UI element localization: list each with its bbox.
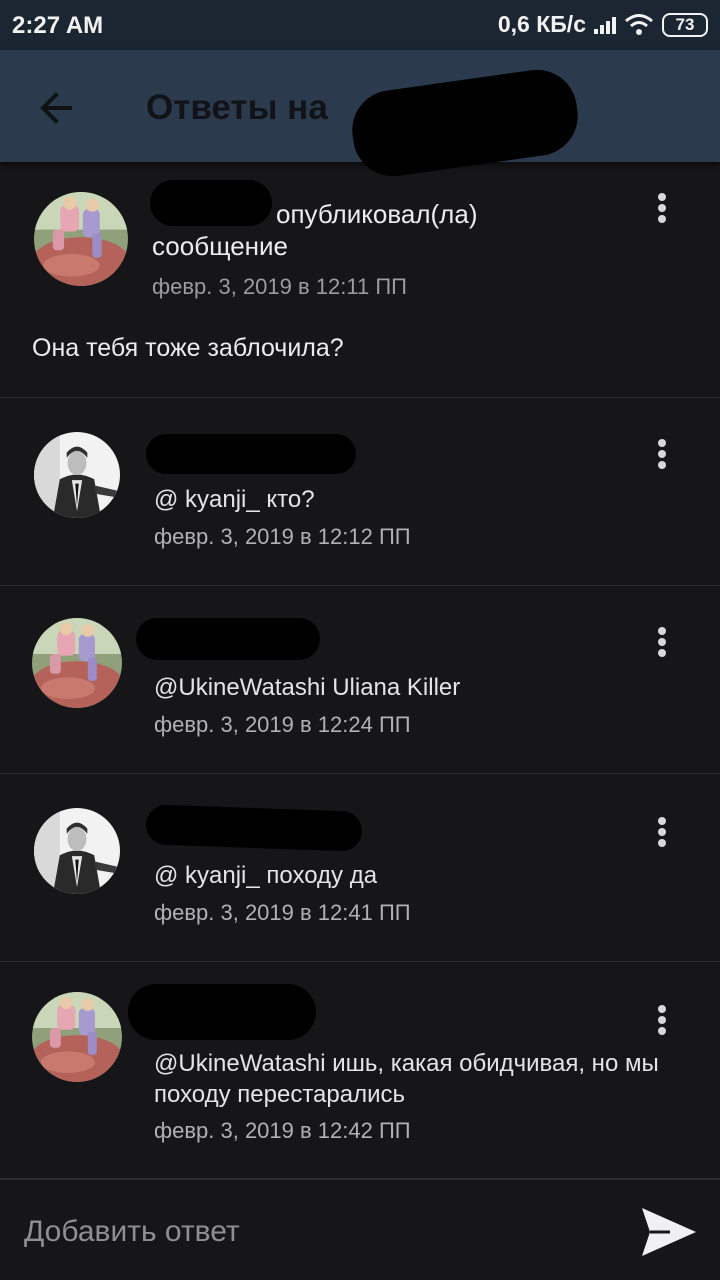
reply-date: февр. 3, 2019 в 12:12 ПП — [154, 524, 411, 549]
app-bar: Ответы на — [0, 50, 720, 182]
post-action: опубликовал(ла) сообщение — [152, 199, 478, 261]
more-options-button[interactable] — [650, 188, 674, 228]
post-text: Она тебя тоже заблочила? — [32, 334, 344, 362]
reply-composer — [0, 1178, 720, 1280]
reply-item: @UkineWatashi Uliana Killer февр. 3, 201… — [0, 586, 720, 774]
reply-text: @UkineWatashi Uliana Killer — [154, 674, 461, 701]
more-options-button[interactable] — [650, 434, 674, 474]
battery-icon: 73 — [662, 12, 708, 37]
post-date: февр. 3, 2019 в 12:11 ПП — [152, 274, 407, 299]
avatar[interactable] — [32, 618, 122, 708]
reply-text: @UkineWatashi ишь, какая обидчивая, но м… — [154, 1050, 659, 1108]
send-icon[interactable] — [640, 1204, 698, 1260]
reply-text: @ kyanji_ кто? — [154, 486, 315, 513]
reply-text: @ kyanji_ походу да — [154, 862, 378, 889]
reply-date: февр. 3, 2019 в 12:42 ПП — [154, 1118, 411, 1143]
reply-date: февр. 3, 2019 в 12:24 ПП — [154, 712, 411, 737]
more-options-button[interactable] — [650, 622, 674, 662]
avatar[interactable] — [34, 432, 120, 518]
network-speed: 0,6 КБ/с — [497, 11, 586, 37]
reply-input[interactable] — [24, 1210, 604, 1254]
page-title: Ответы на — [146, 88, 328, 127]
status-bar: 2:27 AM 0,6 КБ/с 73 — [0, 0, 720, 50]
redacted-author — [146, 434, 356, 474]
status-time: 2:27 AM — [12, 12, 104, 39]
signal-icon — [594, 16, 616, 34]
reply-item: @UkineWatashi ишь, какая обидчивая, но м… — [0, 962, 720, 1178]
avatar[interactable] — [34, 192, 128, 286]
replies-thread[interactable]: опубликовал(ла) сообщение февр. 3, 2019 … — [0, 162, 720, 1178]
redacted-author — [145, 804, 363, 852]
avatar[interactable] — [32, 992, 122, 1082]
back-arrow-icon[interactable] — [30, 82, 82, 134]
reply-item: @ kyanji_ походу да февр. 3, 2019 в 12:4… — [0, 774, 720, 962]
more-options-button[interactable] — [650, 1000, 674, 1040]
reply-item: @ kyanji_ кто? февр. 3, 2019 в 12:12 ПП — [0, 398, 720, 586]
redacted-author — [128, 984, 316, 1040]
avatar[interactable] — [34, 808, 120, 894]
more-options-button[interactable] — [650, 812, 674, 852]
redacted-author — [136, 618, 320, 660]
status-right: 0,6 КБ/с 73 — [498, 11, 708, 38]
original-post: опубликовал(ла) сообщение февр. 3, 2019 … — [0, 162, 720, 398]
reply-date: февр. 3, 2019 в 12:41 ПП — [154, 900, 411, 925]
wifi-icon — [625, 13, 653, 35]
